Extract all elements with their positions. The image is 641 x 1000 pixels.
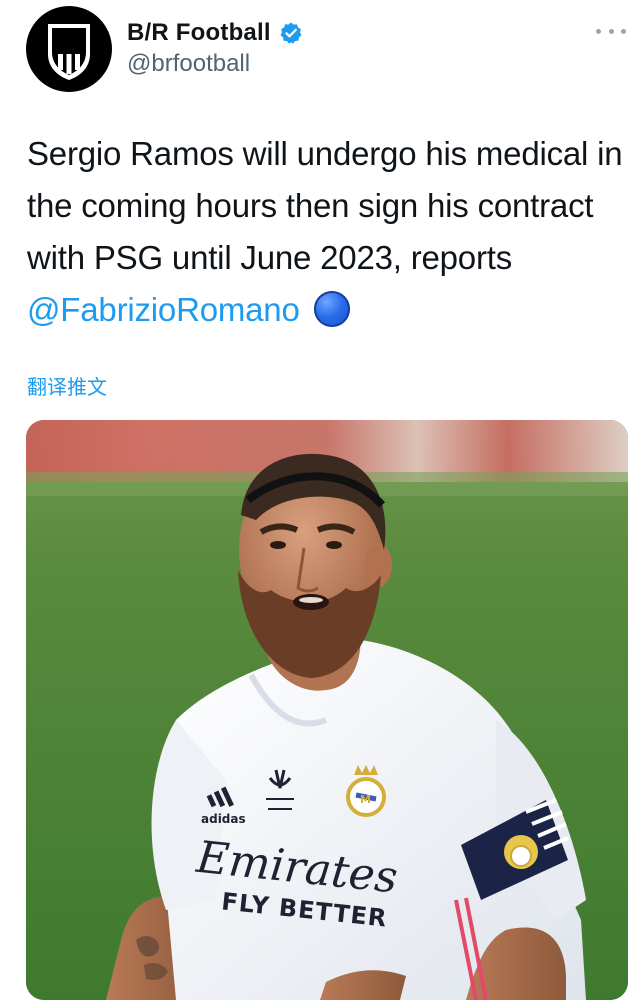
tweet-photo[interactable]: adidas M Emirates FLY BETTER bbox=[26, 420, 628, 1000]
adidas-wordmark: adidas bbox=[201, 812, 246, 826]
mention-link[interactable]: @FabrizioRomano bbox=[27, 291, 300, 328]
photo-illustration: adidas M Emirates FLY BETTER bbox=[26, 420, 628, 1000]
more-dot bbox=[608, 28, 614, 34]
more-dot bbox=[596, 28, 601, 34]
svg-text:M: M bbox=[360, 793, 371, 806]
tweet-text: Sergio Ramos will undergo his medical in… bbox=[27, 128, 632, 336]
bleacher-report-logo-icon bbox=[48, 24, 90, 80]
blue-circle-emoji-icon bbox=[313, 291, 350, 327]
avatar[interactable] bbox=[26, 6, 112, 92]
more-dot bbox=[621, 28, 626, 34]
author-name-row[interactable]: B/R Football bbox=[127, 19, 303, 47]
author-display-name[interactable]: B/R Football bbox=[127, 19, 271, 47]
more-options-icon[interactable] bbox=[596, 26, 626, 36]
tweet-header: B/R Football @brfootball bbox=[26, 6, 626, 92]
tweet-body: Sergio Ramos will undergo his medical in… bbox=[27, 135, 623, 276]
translate-tweet-link[interactable]: 翻译推文 bbox=[27, 374, 107, 400]
verified-badge-icon bbox=[280, 22, 302, 44]
author-handle[interactable]: @brfootball bbox=[127, 50, 250, 78]
